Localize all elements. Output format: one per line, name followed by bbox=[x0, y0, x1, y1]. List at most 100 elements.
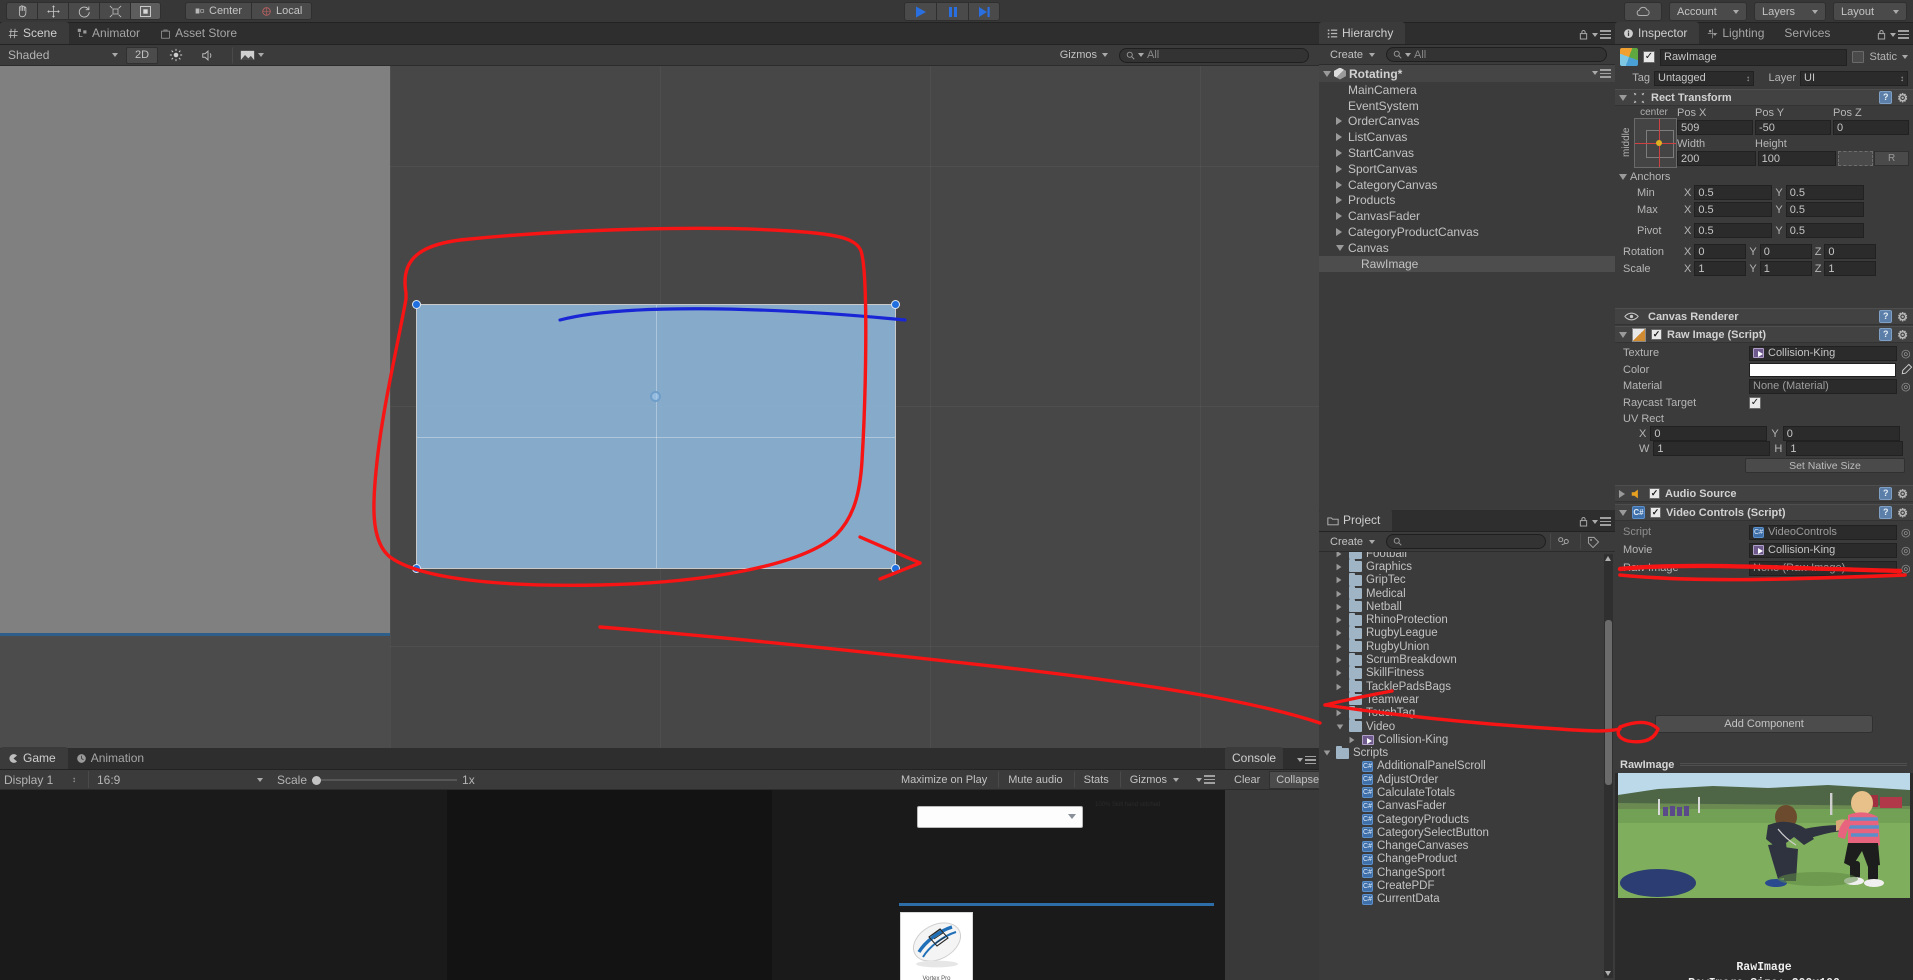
project-item-currentdata[interactable]: C# CurrentData bbox=[1319, 893, 1615, 906]
slider-thumb[interactable] bbox=[312, 775, 322, 785]
move-tool-button[interactable] bbox=[37, 2, 68, 20]
rot-z-input[interactable]: 0 bbox=[1824, 244, 1877, 259]
lock-icon[interactable] bbox=[1579, 516, 1588, 527]
gear-icon[interactable]: ⚙ bbox=[1897, 310, 1908, 324]
chevron-right-icon[interactable] bbox=[1336, 149, 1342, 158]
chevron-right-icon[interactable] bbox=[1336, 228, 1342, 237]
project-search-input[interactable] bbox=[1386, 534, 1547, 549]
audio-source-enabled-checkbox[interactable]: ✓ bbox=[1649, 488, 1660, 499]
chevron-right-icon[interactable] bbox=[1336, 552, 1342, 557]
tab-animation[interactable]: Animation bbox=[68, 747, 156, 769]
raw-image-header[interactable]: ✓ Raw Image (Script) ? ⚙ bbox=[1615, 326, 1913, 343]
hierarchy-item-startcanvas[interactable]: StartCanvas bbox=[1319, 145, 1615, 161]
layout-button[interactable]: Layout bbox=[1833, 2, 1907, 21]
project-item-categoryproducts[interactable]: C# CategoryProducts bbox=[1319, 813, 1615, 826]
chevron-right-icon[interactable] bbox=[1336, 133, 1342, 142]
hierarchy-item-ordercanvas[interactable]: OrderCanvas bbox=[1319, 114, 1615, 130]
anchor-max-y-input[interactable]: 0.5 bbox=[1785, 202, 1864, 217]
pivot-x-input[interactable]: 0.5 bbox=[1694, 223, 1773, 238]
scene-row-menu[interactable] bbox=[1592, 69, 1611, 78]
space-mode-button[interactable]: Local bbox=[251, 2, 313, 20]
object-picker-icon[interactable]: ◎ bbox=[1901, 544, 1911, 557]
project-options-menu[interactable] bbox=[1592, 517, 1611, 526]
chevron-right-icon[interactable] bbox=[1336, 656, 1342, 664]
width-input[interactable]: 200 bbox=[1677, 151, 1756, 166]
pause-button[interactable] bbox=[936, 2, 968, 21]
project-tree[interactable]: Football Graphics GripTec Medical Netball Rhi… bbox=[1319, 552, 1615, 980]
project-item-changeproduct[interactable]: C# ChangeProduct bbox=[1319, 853, 1615, 866]
resize-handle-bottom-right[interactable] bbox=[891, 564, 900, 573]
help-icon[interactable]: ? bbox=[1879, 327, 1893, 341]
resize-handle-bottom-left[interactable] bbox=[412, 564, 421, 573]
project-item-video[interactable]: Video bbox=[1319, 719, 1615, 733]
rect-transform-header[interactable]: Rect Transform ? ⚙ bbox=[1615, 89, 1913, 106]
anchor-preset-widget[interactable] bbox=[1634, 118, 1677, 168]
texture-object-field[interactable]: Collision-King bbox=[1749, 345, 1897, 361]
movie-object-field[interactable]: Collision-King bbox=[1749, 542, 1897, 558]
inspector-options-menu[interactable] bbox=[1890, 30, 1909, 39]
project-item-touchtag[interactable]: TouchTag bbox=[1319, 705, 1615, 720]
hierarchy-search-input[interactable]: All bbox=[1386, 47, 1607, 62]
scroll-down-icon[interactable] bbox=[1605, 971, 1611, 976]
game-options-menu[interactable] bbox=[1196, 775, 1215, 784]
object-picker-icon[interactable]: ◎ bbox=[1901, 526, 1911, 539]
hand-tool-button[interactable] bbox=[6, 2, 37, 20]
gear-icon[interactable]: ⚙ bbox=[1897, 487, 1908, 501]
lock-icon[interactable] bbox=[1877, 29, 1886, 40]
scale-x-input[interactable]: 1 bbox=[1694, 261, 1747, 276]
tab-project[interactable]: Project bbox=[1319, 509, 1393, 531]
object-picker-icon[interactable]: ◎ bbox=[1901, 380, 1911, 393]
resize-handle-top-left[interactable] bbox=[412, 300, 421, 309]
scene-viewport[interactable] bbox=[0, 66, 1319, 748]
scene-search-input[interactable]: All bbox=[1119, 47, 1309, 63]
scale-slider[interactable] bbox=[312, 775, 458, 785]
hierarchy-item-listcanvas[interactable]: ListCanvas bbox=[1319, 129, 1615, 145]
hierarchy-item-categoryproductcanvas[interactable]: CategoryProductCanvas bbox=[1319, 224, 1615, 240]
object-name-input[interactable]: RawImage bbox=[1660, 48, 1848, 66]
project-filter-type-button[interactable] bbox=[1550, 533, 1576, 550]
chevron-right-icon[interactable] bbox=[1336, 164, 1342, 173]
chevron-right-icon[interactable] bbox=[1336, 563, 1342, 571]
play-button[interactable] bbox=[904, 2, 936, 21]
console-collapse-button[interactable]: Collapse bbox=[1269, 770, 1327, 789]
scale-slider-group[interactable]: Scale 1x bbox=[277, 773, 475, 787]
hierarchy-item-canvasfader[interactable]: CanvasFader bbox=[1319, 208, 1615, 224]
audio-source-header[interactable]: ✓ Audio Source ? ⚙ bbox=[1615, 485, 1913, 502]
set-native-size-button[interactable]: Set Native Size bbox=[1745, 458, 1905, 473]
tag-dropdown[interactable]: Untagged ↕ bbox=[1654, 70, 1754, 86]
scene-fx-button[interactable] bbox=[232, 46, 271, 64]
video-controls-header[interactable]: C# ✓ Video Controls (Script) ? ⚙ bbox=[1615, 504, 1913, 521]
blueprint-mode-button[interactable] bbox=[1838, 151, 1874, 166]
add-component-button[interactable]: Add Component bbox=[1655, 715, 1873, 733]
object-enabled-checkbox[interactable]: ✓ bbox=[1643, 51, 1655, 63]
height-input[interactable]: 100 bbox=[1757, 151, 1837, 166]
tab-inspector[interactable]: Inspector bbox=[1615, 22, 1700, 44]
project-scrollbar[interactable] bbox=[1604, 554, 1613, 978]
uv-x-input[interactable]: 0 bbox=[1650, 426, 1768, 441]
pivot-y-input[interactable]: 0.5 bbox=[1785, 223, 1864, 238]
hierarchy-item-rawimage[interactable]: RawImage bbox=[1319, 255, 1615, 272]
help-icon[interactable]: ? bbox=[1879, 309, 1893, 323]
selected-rawimage-rect[interactable] bbox=[412, 300, 900, 573]
toggle-2d-button[interactable]: 2D bbox=[126, 46, 159, 64]
canvas-renderer-header[interactable]: Canvas Renderer ? ⚙ bbox=[1615, 308, 1913, 325]
maximize-on-play-button[interactable]: Maximize on Play bbox=[894, 771, 994, 788]
project-create-button[interactable]: Create bbox=[1323, 533, 1382, 550]
tab-hierarchy[interactable]: Hierarchy bbox=[1319, 22, 1406, 44]
project-item-categoryselectbutton[interactable]: C# CategorySelectButton bbox=[1319, 826, 1615, 839]
display-dropdown[interactable]: Display 1 ↕ bbox=[4, 771, 76, 788]
project-item-graphics[interactable]: Graphics bbox=[1319, 559, 1615, 573]
chevron-right-icon[interactable] bbox=[1336, 683, 1342, 690]
console-clear-button[interactable]: Clear bbox=[1225, 771, 1269, 788]
audio-toggle-button[interactable] bbox=[194, 47, 222, 64]
chevron-right-icon[interactable] bbox=[1336, 196, 1342, 205]
chevron-right-icon[interactable] bbox=[1619, 489, 1625, 498]
step-button[interactable] bbox=[968, 2, 1000, 21]
project-item-football[interactable]: Football bbox=[1319, 552, 1615, 560]
chevron-down-icon[interactable] bbox=[1336, 724, 1344, 729]
rawimage-object-field[interactable]: None (Raw Image) bbox=[1749, 560, 1897, 576]
gear-icon[interactable]: ⚙ bbox=[1897, 91, 1908, 105]
project-item-canvasfader[interactable]: C# CanvasFader bbox=[1319, 800, 1615, 813]
uv-w-input[interactable]: 1 bbox=[1653, 441, 1771, 456]
chevron-right-icon[interactable] bbox=[1336, 643, 1342, 650]
